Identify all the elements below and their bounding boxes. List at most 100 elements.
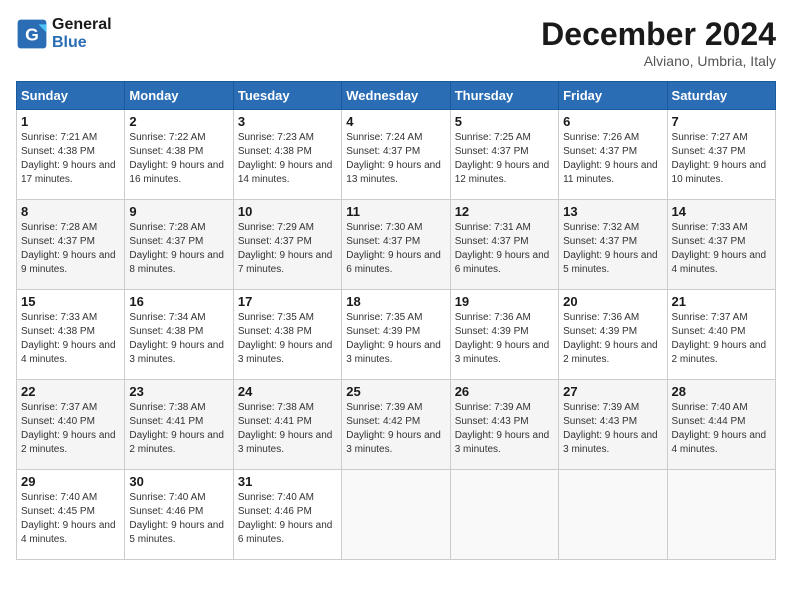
calendar-table: SundayMondayTuesdayWednesdayThursdayFrid…	[16, 81, 776, 560]
day-cell-12: 12Sunrise: 7:31 AMSunset: 4:37 PMDayligh…	[450, 200, 558, 290]
day-info: Sunrise: 7:40 AMSunset: 4:44 PMDaylight:…	[672, 401, 771, 457]
day-number: 11	[346, 204, 445, 219]
day-cell-28: 28 Sunrise: 7:40 AMSunset: 4:44 PMDayligh…	[667, 380, 775, 470]
day-info: Sunrise: 7:39 AMSunset: 4:43 PMDaylight:…	[563, 401, 662, 457]
day-info: Sunrise: 7:27 AMSunset: 4:37 PMDaylight:…	[672, 131, 771, 187]
calendar-week-3: 15 Sunrise: 7:33 AMSunset: 4:38 PMDayligh…	[17, 290, 776, 380]
day-cell-19: 19 Sunrise: 7:36 AMSunset: 4:39 PMDayligh…	[450, 290, 558, 380]
day-number: 6	[563, 114, 662, 129]
day-cell-22: 22 Sunrise: 7:37 AMSunset: 4:40 PMDayligh…	[17, 380, 125, 470]
day-cell-1: 1Sunrise: 7:21 AMSunset: 4:38 PMDaylight…	[17, 110, 125, 200]
col-header-friday: Friday	[559, 82, 667, 110]
day-number: 29	[21, 474, 120, 489]
title-block: December 2024 Alviano, Umbria, Italy	[541, 16, 776, 69]
day-info: Sunrise: 7:40 AMSunset: 4:46 PMDaylight:…	[129, 491, 228, 547]
day-cell-21: 21Sunrise: 7:37 AMSunset: 4:40 PMDayligh…	[667, 290, 775, 380]
col-header-sunday: Sunday	[17, 82, 125, 110]
page-header: G General Blue December 2024 Alviano, Um…	[16, 16, 776, 69]
day-cell-2: 2 Sunrise: 7:22 AMSunset: 4:38 PMDaylight…	[125, 110, 233, 200]
day-info: Sunrise: 7:36 AMSunset: 4:39 PMDaylight:…	[455, 311, 554, 367]
day-cell-11: 11 Sunrise: 7:30 AMSunset: 4:37 PMDayligh…	[342, 200, 450, 290]
day-cell-14: 14Sunrise: 7:33 AMSunset: 4:37 PMDayligh…	[667, 200, 775, 290]
empty-cell	[667, 470, 775, 560]
day-info: Sunrise: 7:40 AMSunset: 4:46 PMDaylight:…	[238, 491, 337, 547]
empty-cell	[559, 470, 667, 560]
day-info: Sunrise: 7:39 AMSunset: 4:43 PMDaylight:…	[455, 401, 554, 457]
day-number: 25	[346, 384, 445, 399]
day-cell-13: 13 Sunrise: 7:32 AMSunset: 4:37 PMDayligh…	[559, 200, 667, 290]
day-number: 31	[238, 474, 337, 489]
logo-text-line2: Blue	[52, 34, 112, 52]
day-cell-24: 24 Sunrise: 7:38 AMSunset: 4:41 PMDayligh…	[233, 380, 341, 470]
day-info: Sunrise: 7:25 AMSunset: 4:37 PMDaylight:…	[455, 131, 554, 187]
day-number: 26	[455, 384, 554, 399]
calendar-week-2: 8 Sunrise: 7:28 AMSunset: 4:37 PMDaylight…	[17, 200, 776, 290]
day-number: 7	[672, 114, 771, 129]
day-cell-16: 16 Sunrise: 7:34 AMSunset: 4:38 PMDayligh…	[125, 290, 233, 380]
day-cell-27: 27 Sunrise: 7:39 AMSunset: 4:43 PMDayligh…	[559, 380, 667, 470]
day-info: Sunrise: 7:37 AMSunset: 4:40 PMDaylight:…	[672, 311, 771, 367]
day-info: Sunrise: 7:32 AMSunset: 4:37 PMDaylight:…	[563, 221, 662, 277]
day-number: 17	[238, 294, 337, 309]
day-info: Sunrise: 7:35 AMSunset: 4:39 PMDaylight:…	[346, 311, 445, 367]
day-number: 10	[238, 204, 337, 219]
day-info: Sunrise: 7:29 AMSunset: 4:37 PMDaylight:…	[238, 221, 337, 277]
day-number: 15	[21, 294, 120, 309]
day-number: 23	[129, 384, 228, 399]
day-number: 4	[346, 114, 445, 129]
svg-text:G: G	[25, 24, 39, 44]
day-number: 19	[455, 294, 554, 309]
day-number: 27	[563, 384, 662, 399]
logo: G General Blue	[16, 16, 112, 51]
day-number: 14	[672, 204, 771, 219]
col-header-monday: Monday	[125, 82, 233, 110]
day-info: Sunrise: 7:39 AMSunset: 4:42 PMDaylight:…	[346, 401, 445, 457]
day-info: Sunrise: 7:21 AMSunset: 4:38 PMDaylight:…	[21, 131, 120, 187]
day-number: 24	[238, 384, 337, 399]
day-number: 8	[21, 204, 120, 219]
day-info: Sunrise: 7:28 AMSunset: 4:37 PMDaylight:…	[129, 221, 228, 277]
logo-icon: G	[16, 18, 48, 50]
col-header-thursday: Thursday	[450, 82, 558, 110]
day-info: Sunrise: 7:28 AMSunset: 4:37 PMDaylight:…	[21, 221, 120, 277]
day-cell-10: 10 Sunrise: 7:29 AMSunset: 4:37 PMDayligh…	[233, 200, 341, 290]
day-number: 9	[129, 204, 228, 219]
day-info: Sunrise: 7:36 AMSunset: 4:39 PMDaylight:…	[563, 311, 662, 367]
day-cell-26: 26 Sunrise: 7:39 AMSunset: 4:43 PMDayligh…	[450, 380, 558, 470]
day-info: Sunrise: 7:33 AMSunset: 4:38 PMDaylight:…	[21, 311, 120, 367]
day-number: 16	[129, 294, 228, 309]
day-info: Sunrise: 7:26 AMSunset: 4:37 PMDaylight:…	[563, 131, 662, 187]
day-cell-15: 15 Sunrise: 7:33 AMSunset: 4:38 PMDayligh…	[17, 290, 125, 380]
day-info: Sunrise: 7:37 AMSunset: 4:40 PMDaylight:…	[21, 401, 120, 457]
day-cell-30: 30Sunrise: 7:40 AMSunset: 4:46 PMDayligh…	[125, 470, 233, 560]
day-info: Sunrise: 7:23 AMSunset: 4:38 PMDaylight:…	[238, 131, 337, 187]
day-info: Sunrise: 7:40 AMSunset: 4:45 PMDaylight:…	[21, 491, 120, 547]
day-cell-5: 5 Sunrise: 7:25 AMSunset: 4:37 PMDaylight…	[450, 110, 558, 200]
day-number: 18	[346, 294, 445, 309]
day-number: 5	[455, 114, 554, 129]
day-info: Sunrise: 7:35 AMSunset: 4:38 PMDaylight:…	[238, 311, 337, 367]
day-cell-7: 7 Sunrise: 7:27 AMSunset: 4:37 PMDaylight…	[667, 110, 775, 200]
day-number: 28	[672, 384, 771, 399]
day-info: Sunrise: 7:22 AMSunset: 4:38 PMDaylight:…	[129, 131, 228, 187]
calendar-week-5: 29 Sunrise: 7:40 AMSunset: 4:45 PMDayligh…	[17, 470, 776, 560]
day-info: Sunrise: 7:30 AMSunset: 4:37 PMDaylight:…	[346, 221, 445, 277]
day-number: 3	[238, 114, 337, 129]
col-header-saturday: Saturday	[667, 82, 775, 110]
day-info: Sunrise: 7:31 AMSunset: 4:37 PMDaylight:…	[455, 221, 554, 277]
calendar-week-4: 22 Sunrise: 7:37 AMSunset: 4:40 PMDayligh…	[17, 380, 776, 470]
day-cell-4: 4Sunrise: 7:24 AMSunset: 4:37 PMDaylight…	[342, 110, 450, 200]
day-number: 13	[563, 204, 662, 219]
day-number: 22	[21, 384, 120, 399]
calendar-week-1: 1Sunrise: 7:21 AMSunset: 4:38 PMDaylight…	[17, 110, 776, 200]
day-cell-23: 23 Sunrise: 7:38 AMSunset: 4:41 PMDayligh…	[125, 380, 233, 470]
day-info: Sunrise: 7:34 AMSunset: 4:38 PMDaylight:…	[129, 311, 228, 367]
day-info: Sunrise: 7:38 AMSunset: 4:41 PMDaylight:…	[238, 401, 337, 457]
day-number: 2	[129, 114, 228, 129]
col-header-tuesday: Tuesday	[233, 82, 341, 110]
day-info: Sunrise: 7:38 AMSunset: 4:41 PMDaylight:…	[129, 401, 228, 457]
col-header-wednesday: Wednesday	[342, 82, 450, 110]
day-cell-18: 18 Sunrise: 7:35 AMSunset: 4:39 PMDayligh…	[342, 290, 450, 380]
day-cell-29: 29 Sunrise: 7:40 AMSunset: 4:45 PMDayligh…	[17, 470, 125, 560]
day-cell-3: 3 Sunrise: 7:23 AMSunset: 4:38 PMDaylight…	[233, 110, 341, 200]
